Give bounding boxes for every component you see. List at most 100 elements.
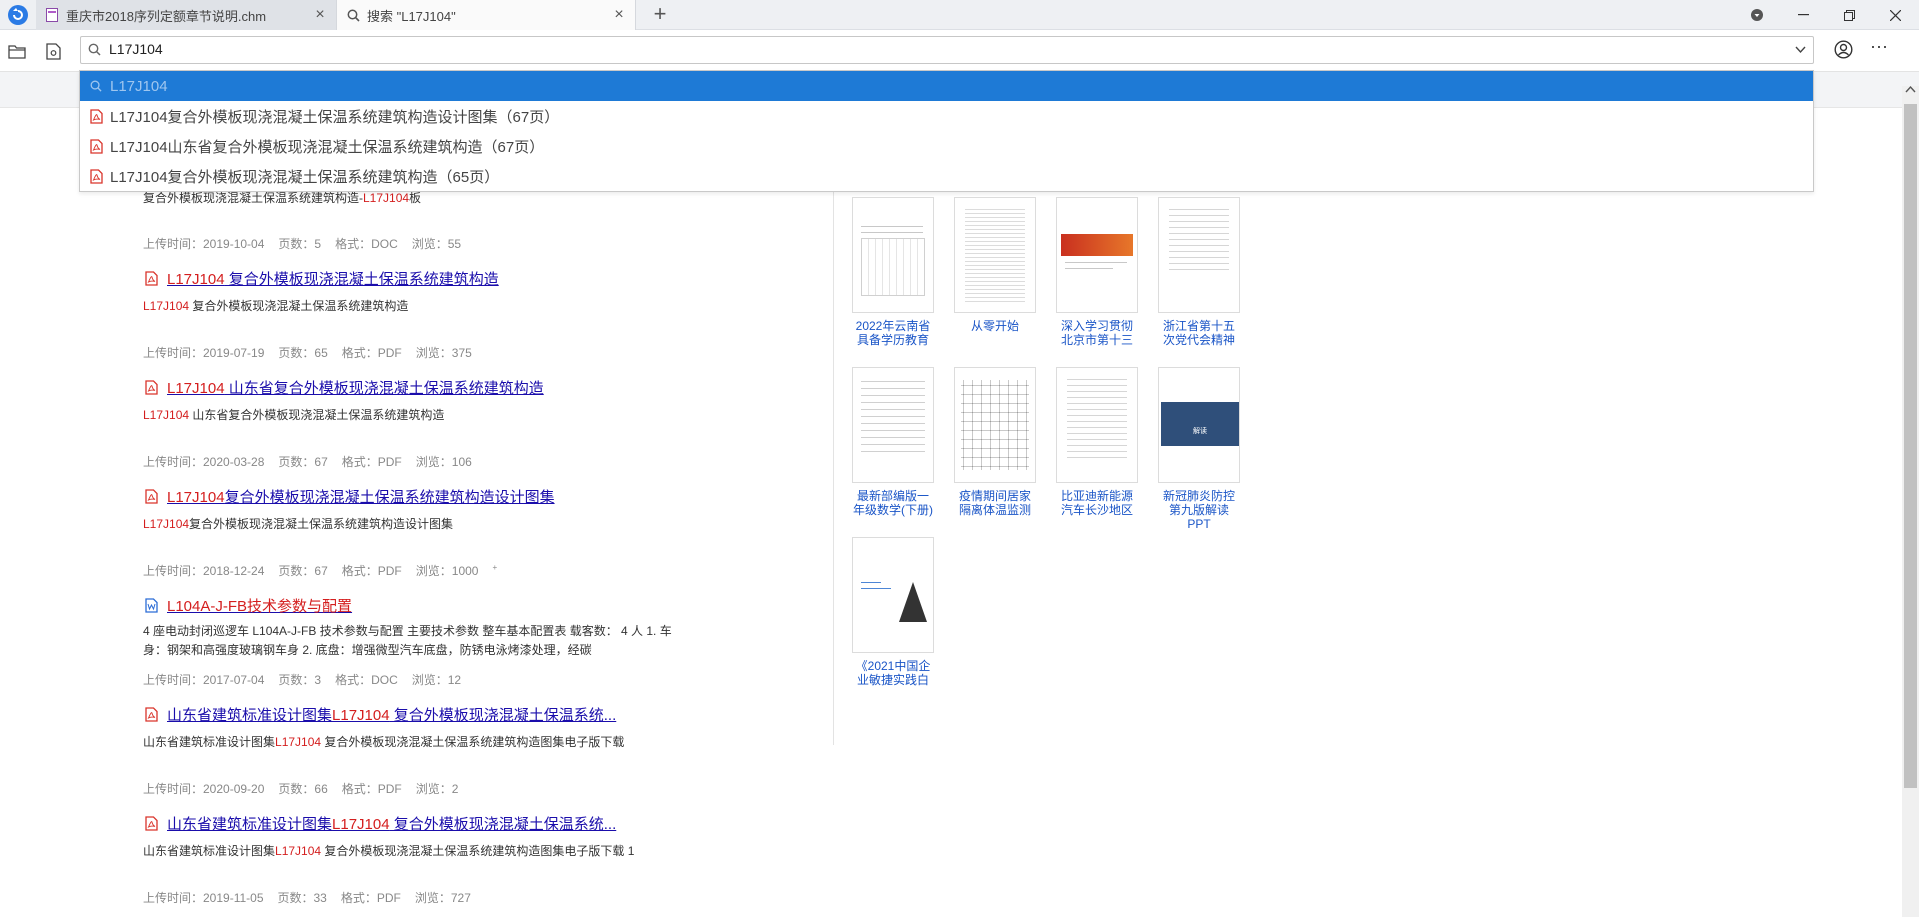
recommendation-card[interactable]: 2022年云南省 具备学历教育 [852, 197, 934, 347]
more-icon[interactable]: ··· [1870, 36, 1888, 57]
result-description: 4 座电动封闭巡逻车 L104A-J-FB 技术参数与配置 主要技术参数 整车基… [143, 624, 672, 657]
snippet-highlight: L17J104 [143, 408, 190, 422]
suggestion-item[interactable]: L17J104 [80, 71, 1813, 101]
scroll-up-icon[interactable] [1905, 84, 1916, 96]
pdf-icon [143, 816, 159, 832]
result-meta: 上传时间：2018-12-24 页数：67 格式：PDF 浏览：1000 + [143, 562, 511, 579]
account-icon[interactable] [1834, 40, 1853, 64]
title-highlight: L17J104 [332, 707, 390, 724]
result-link[interactable]: 山东省建筑标准设计图集L17J104 复合外模板现浇混凝土保温系统... [167, 813, 616, 834]
recommendation-card[interactable]: 疫情期间居家 隔离体温监测 [954, 367, 1036, 517]
result-link[interactable]: L17J104 山东省复合外模板现浇混凝土保温系统建筑构造 [167, 377, 544, 398]
title-highlight: L17J104 [167, 380, 225, 397]
page-count: 页数：5 [278, 237, 322, 251]
title-highlight: L17J104 [167, 489, 225, 506]
result-title[interactable]: 山东省建筑标准设计图集L17J104 复合外模板现浇混凝土保温系统... [143, 813, 616, 834]
result-snippet: L17J104复合外模板现浇混凝土保温系统建筑构造设计图集 [143, 515, 453, 532]
card-caption: 最新部编版一 年级数学(下册) [852, 489, 934, 517]
view-count: 浏览：375 [415, 346, 472, 360]
recommendation-card[interactable]: 从零开始 [954, 197, 1036, 333]
result-meta: 上传时间：2017-07-04 页数：3 格式：DOC 浏览：12 [143, 671, 475, 688]
recommendation-card[interactable]: 深入学习贯彻 北京市第十三 [1056, 197, 1138, 347]
search-suggestions: L17J104 L17J104复合外模板现浇混凝土保温系统建筑构造设计图集（67… [79, 70, 1814, 192]
tab-chm-document[interactable]: 重庆市2018序列定额章节说明.chm × [36, 0, 336, 30]
caption-line: 深入学习贯彻 [1060, 319, 1133, 333]
pdf-icon [88, 168, 104, 184]
result-meta: 上传时间：2019-10-04 页数：5 格式：DOC 浏览：55 [143, 235, 475, 252]
suggestion-item[interactable]: L17J104山东省复合外模板现浇混凝土保温系统建筑构造（67页） [80, 131, 1813, 161]
folder-icon[interactable] [6, 40, 28, 62]
snippet-highlight: L17J104 [143, 517, 190, 531]
suggestion-text: L17J104复合外模板现浇混凝土保温系统建筑构造（65页） [110, 168, 500, 186]
title-text: 复合外模板现浇混凝土保温系统建筑构造 [224, 271, 499, 288]
recommendation-card[interactable]: 《2021中国企 业敏捷实践白 [852, 537, 934, 687]
result-meta: 上传时间：2020-09-20 页数：66 格式：PDF 浏览：2 [143, 780, 472, 797]
plus-icon[interactable]: + [648, 3, 672, 27]
app-logo-icon[interactable] [8, 5, 28, 25]
download-icon[interactable] [1734, 0, 1780, 30]
restore-icon[interactable] [1826, 0, 1872, 30]
suggestion-item[interactable]: L17J104复合外模板现浇混凝土保温系统建筑构造（65页） [80, 161, 1813, 191]
document-thumbnail [954, 367, 1036, 483]
snippet-text: 山东省建筑标准设计图集 [143, 844, 276, 858]
address-bar[interactable]: L17J104 [80, 36, 1814, 64]
pdf-icon [88, 108, 104, 124]
recommendation-card[interactable]: 最新部编版一 年级数学(下册) [852, 367, 934, 517]
suggestion-text: L17J104山东省复合外模板现浇混凝土保温系统建筑构造（67页） [110, 138, 545, 156]
search-input[interactable]: L17J104 [109, 41, 163, 57]
title-highlight: L17J104 [332, 816, 390, 833]
result-title[interactable]: L17J104 复合外模板现浇混凝土保温系统建筑构造 [143, 268, 499, 289]
search-results: 复合外模板现浇混凝土保温系统建筑构造-L17J104板 上传时间：2019-10… [0, 108, 830, 917]
result-title[interactable]: 山东省建筑标准设计图集L17J104 复合外模板现浇混凝土保温系统... [143, 704, 616, 725]
result-link[interactable]: L17J104 复合外模板现浇混凝土保温系统建筑构造 [167, 268, 499, 289]
recommendation-card[interactable]: 比亚迪新能源 汽车长沙地区 [1056, 367, 1138, 517]
tab-search[interactable]: 搜索 "L17J104" × [336, 0, 636, 30]
file-format: 格式：PDF [340, 891, 401, 905]
word-icon [143, 598, 159, 614]
result-link[interactable]: 山东省建筑标准设计图集L17J104 复合外模板现浇混凝土保温系统... [167, 704, 616, 725]
file-format: 格式：DOC [335, 673, 398, 687]
snippet-text: 复合外模板现浇混凝土保温系统建筑构造 [189, 299, 409, 313]
document-thumbnail [1056, 197, 1138, 313]
recommendation-card[interactable]: 解读 新冠肺炎防控 第九版解读PPT [1158, 367, 1240, 531]
caption-line: 从零开始 [970, 319, 1019, 333]
result-snippet: L17J104 复合外模板现浇混凝土保温系统建筑构造 [143, 297, 408, 314]
search-icon [345, 7, 361, 23]
close-icon[interactable]: × [607, 6, 631, 24]
result-link[interactable]: L17J104复合外模板现浇混凝土保温系统建筑构造设计图集 [167, 486, 555, 507]
card-caption: 比亚迪新能源 汽车长沙地区 [1056, 489, 1138, 517]
view-count: 浏览：12 [411, 673, 462, 687]
title-text: 山东省建筑标准设计图集 [167, 816, 333, 833]
close-icon[interactable]: × [308, 6, 332, 24]
minimize-icon[interactable] [1780, 0, 1826, 30]
page-count: 页数：65 [278, 346, 328, 360]
scrollbar-thumb[interactable] [1904, 104, 1917, 788]
card-caption: 从零开始 [954, 319, 1036, 333]
caption-line: 隔离体温监测 [958, 503, 1031, 517]
suggestion-item[interactable]: L17J104复合外模板现浇混凝土保温系统建筑构造设计图集（67页） [80, 101, 1813, 131]
view-count: 浏览：55 [411, 237, 462, 251]
tab-label: 重庆市2018序列定额章节说明.chm [66, 8, 267, 24]
page-count: 页数：67 [278, 455, 328, 469]
view-count: 浏览：106 [415, 455, 472, 469]
chevron-down-icon[interactable] [1794, 43, 1807, 61]
file-icon[interactable] [42, 40, 64, 62]
search-icon [88, 43, 101, 61]
result-title[interactable]: L104A-J-FB技术参数与配置 [143, 595, 352, 616]
caption-line: 年级数学(下册) [853, 503, 933, 517]
upload-time: 上传时间：2017-07-04 [143, 673, 265, 687]
search-icon [88, 80, 104, 92]
upload-time: 上传时间：2020-03-28 [143, 455, 265, 469]
file-format: 格式：PDF [341, 455, 402, 469]
document-thumbnail: 解读 [1158, 367, 1240, 483]
document-thumbnail [852, 197, 934, 313]
caption-line: 次党代会精神 [1162, 333, 1235, 347]
close-window-icon[interactable] [1872, 0, 1918, 30]
recommendation-card[interactable]: 浙江省第十五 次党代会精神 [1158, 197, 1240, 347]
caption-line: 浙江省第十五 [1162, 319, 1235, 333]
snippet-highlight: L17J104 [275, 844, 322, 858]
result-title[interactable]: L17J104复合外模板现浇混凝土保温系统建筑构造设计图集 [143, 486, 555, 507]
result-title[interactable]: L17J104 山东省复合外模板现浇混凝土保温系统建筑构造 [143, 377, 544, 398]
result-link[interactable]: L104A-J-FB技术参数与配置 [167, 595, 352, 616]
document-thumbnail [1056, 367, 1138, 483]
